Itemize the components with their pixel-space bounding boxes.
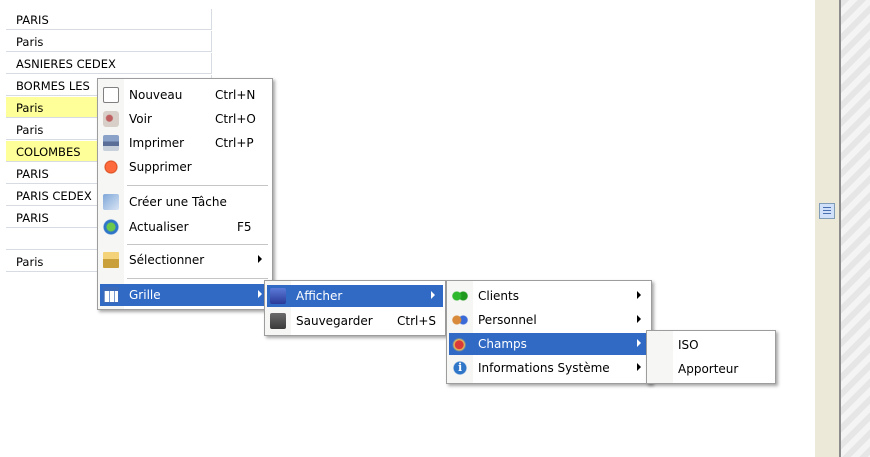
submenu-arrow-icon: [637, 339, 641, 347]
menu-item-actualiser[interactable]: Actualiser F5: [100, 216, 270, 238]
pane-background: [841, 0, 870, 457]
menu-item-iso[interactable]: ISO: [649, 334, 773, 356]
menu-item-grille[interactable]: Grille: [100, 284, 270, 306]
menu-separator: [127, 185, 268, 186]
submenu-arrow-icon: [431, 291, 435, 299]
menu-item-apporteur[interactable]: Apporteur: [649, 358, 773, 380]
refresh-icon: [103, 219, 119, 235]
menu-item-informations-systeme[interactable]: Informations Système: [449, 357, 649, 379]
right-pane: [815, 0, 870, 457]
menu-item-creer-tache[interactable]: Créer une Tâche: [100, 191, 270, 213]
printer-icon: [103, 135, 119, 151]
menu-item-sauvegarder[interactable]: Sauvegarder Ctrl+S: [267, 310, 443, 332]
staff-icon: [452, 312, 468, 328]
menu-item-imprimer[interactable]: Imprimer Ctrl+P: [100, 132, 270, 154]
menu-item-supprimer[interactable]: Supprimer: [100, 156, 270, 178]
submenu-arrow-icon: [637, 315, 641, 323]
menu-item-champs[interactable]: Champs: [449, 333, 649, 355]
menu-item-afficher[interactable]: Afficher: [267, 285, 443, 307]
menu-separator: [127, 278, 268, 279]
submenu-arrow-icon: [258, 255, 262, 263]
delete-icon: [103, 159, 119, 175]
view-icon: [103, 111, 119, 127]
save-icon: [270, 313, 286, 329]
champs-submenu: ISO Apporteur: [646, 330, 776, 384]
context-menu: Nouveau Ctrl+N Voir Ctrl+O Imprimer Ctrl…: [97, 78, 273, 310]
select-icon: [103, 252, 119, 268]
grid-icon: [103, 287, 119, 303]
fields-icon: [452, 336, 468, 352]
display-icon: [270, 288, 286, 304]
submenu-arrow-icon: [637, 291, 641, 299]
clients-icon: [452, 288, 468, 304]
submenu-arrow-icon: [258, 290, 262, 298]
info-icon: [452, 360, 468, 376]
new-document-icon: [103, 87, 119, 103]
submenu-arrow-icon: [637, 363, 641, 371]
menu-item-voir[interactable]: Voir Ctrl+O: [100, 108, 270, 130]
grid-cell[interactable]: ASNIERES CEDEX: [6, 53, 212, 74]
menu-item-personnel[interactable]: Personnel: [449, 309, 649, 331]
pane-splitter[interactable]: [815, 0, 841, 457]
grid-cell[interactable]: PARIS: [6, 9, 212, 30]
menu-item-clients[interactable]: Clients: [449, 285, 649, 307]
menu-item-selectionner[interactable]: Sélectionner: [100, 249, 270, 271]
grid-cell[interactable]: Paris: [6, 31, 212, 52]
afficher-submenu: Clients Personnel Champs Informations Sy…: [446, 280, 652, 384]
pane-toggle-icon[interactable]: [819, 203, 835, 219]
task-icon: [103, 194, 119, 210]
menu-item-nouveau[interactable]: Nouveau Ctrl+N: [100, 84, 270, 106]
grille-submenu: Afficher Sauvegarder Ctrl+S: [264, 280, 446, 336]
menu-separator: [127, 244, 268, 245]
